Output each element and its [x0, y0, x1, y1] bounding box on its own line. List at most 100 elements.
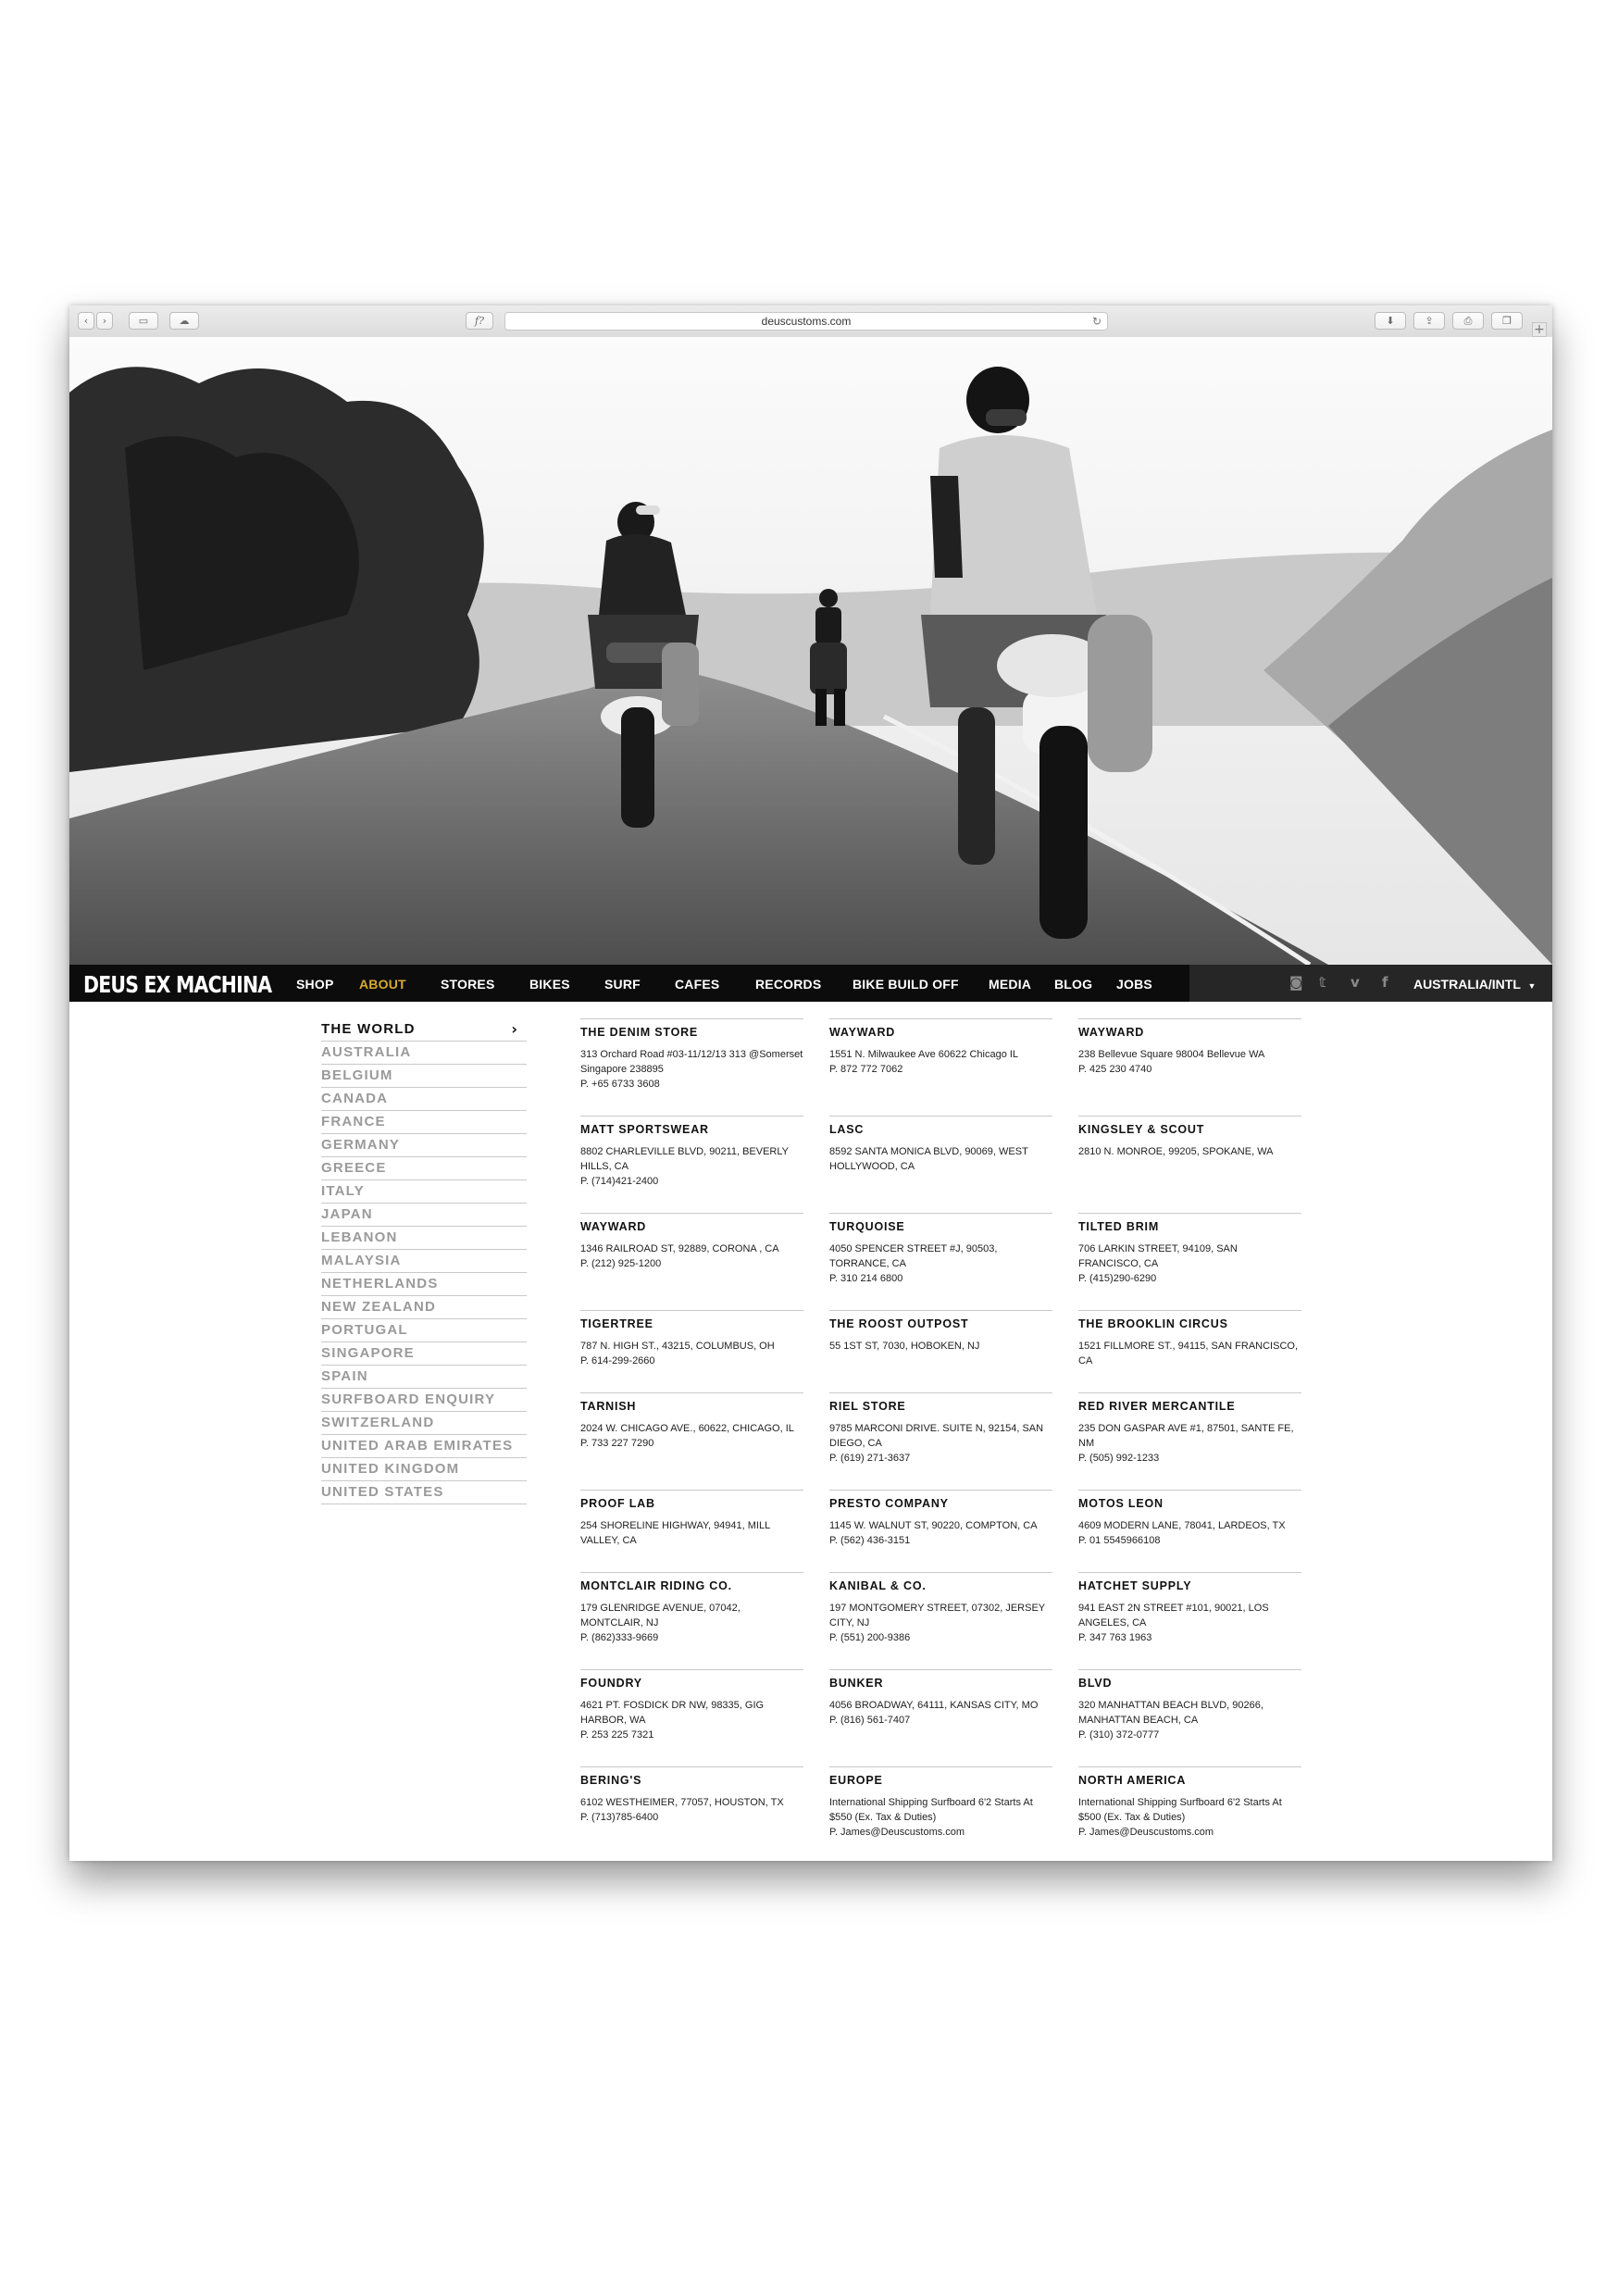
- sidebar-item-italy[interactable]: ITALY: [321, 1180, 527, 1204]
- store-name[interactable]: WAYWARD: [829, 1026, 1052, 1039]
- sidebar-heading[interactable]: THE WORLD ›: [321, 1018, 527, 1042]
- store-name[interactable]: TILTED BRIM: [1078, 1220, 1301, 1233]
- store-name[interactable]: TARNISH: [580, 1400, 803, 1413]
- reload-icon[interactable]: ↻: [1092, 313, 1101, 330]
- sidebar-item-malaysia[interactable]: MALAYSIA: [321, 1250, 527, 1273]
- store-name[interactable]: TIGERTREE: [580, 1317, 803, 1330]
- sidebar-item-canada[interactable]: CANADA: [321, 1088, 527, 1111]
- store-name[interactable]: WAYWARD: [580, 1220, 803, 1233]
- sidebar-item-spain[interactable]: SPAIN: [321, 1366, 527, 1389]
- tabs-icon[interactable]: ❐: [1491, 312, 1523, 330]
- store-address: 706 LARKIN STREET, 94109, SAN FRANCISCO,…: [1078, 1243, 1238, 1269]
- store-name[interactable]: MONTCLAIR RIDING CO.: [580, 1579, 803, 1592]
- main-nav: DEUS EX MACHINA SHOP ABOUT STORES BIKES …: [69, 965, 1552, 1002]
- browser-window: ‹ › ▭ ☁ f? deuscustoms.com ↻ ⬇ ⇪ ⎙ ❐ + D…: [69, 306, 1552, 1861]
- instagram-icon[interactable]: ◙: [1289, 974, 1303, 991]
- nav-item-surf[interactable]: SURF: [604, 977, 641, 992]
- sidebar-item-australia[interactable]: AUSTRALIA: [321, 1042, 527, 1065]
- store-address: 313 Orchard Road #03-11/12/13 313 @Somer…: [580, 1049, 803, 1075]
- store-card: NORTH AMERICA International Shipping Surf…: [1078, 1766, 1301, 1840]
- sidebar-item-greece[interactable]: GREECE: [321, 1157, 527, 1180]
- country-sidebar: THE WORLD › AUSTRALIA BELGIUM CANADA FRANCE…: [321, 1018, 527, 1504]
- store-name[interactable]: RIEL STORE: [829, 1400, 1052, 1413]
- nav-item-blog[interactable]: BLOG: [1054, 977, 1092, 992]
- nav-item-bikes[interactable]: BIKES: [529, 977, 570, 992]
- download-icon[interactable]: ⬇: [1375, 312, 1406, 330]
- nav-item-records[interactable]: RECORDS: [755, 977, 821, 992]
- sidebar-item-japan[interactable]: JAPAN: [321, 1204, 527, 1227]
- store-name[interactable]: BLVD: [1078, 1677, 1301, 1690]
- address-bar[interactable]: deuscustoms.com ↻: [504, 312, 1108, 331]
- share-icon[interactable]: ⇪: [1413, 312, 1445, 330]
- nav-item-bike-build-off[interactable]: BIKE BUILD OFF: [853, 977, 959, 992]
- sidebar-item-germany[interactable]: GERMANY: [321, 1134, 527, 1157]
- store-name[interactable]: FOUNDRY: [580, 1677, 803, 1690]
- store-phone: P. 614-299-2660: [580, 1355, 655, 1366]
- store-name[interactable]: NORTH AMERICA: [1078, 1774, 1301, 1787]
- chevron-down-icon: ▼: [1527, 981, 1537, 991]
- sidebar-item-portugal[interactable]: PORTUGAL: [321, 1319, 527, 1342]
- sidebar-item-lebanon[interactable]: LEBANON: [321, 1227, 527, 1250]
- store-name[interactable]: HATCHET SUPPLY: [1078, 1579, 1301, 1592]
- print-icon[interactable]: ⎙: [1452, 312, 1484, 330]
- logo[interactable]: DEUS EX MACHINA: [83, 971, 272, 998]
- sidebar-item-france[interactable]: FRANCE: [321, 1111, 527, 1134]
- store-name[interactable]: BERING'S: [580, 1774, 803, 1787]
- store-card: THE BROOKLIN CIRCUS 1521 FILLMORE ST., 94…: [1078, 1310, 1301, 1368]
- nav-item-media[interactable]: MEDIA: [989, 977, 1031, 992]
- store-address: 179 GLENRIDGE AVENUE, 07042, MONTCLAIR, …: [580, 1603, 741, 1628]
- store-name[interactable]: THE DENIM STORE: [580, 1026, 803, 1039]
- sidebar-item-belgium[interactable]: BELGIUM: [321, 1065, 527, 1088]
- store-name[interactable]: PROOF LAB: [580, 1497, 803, 1510]
- store-name[interactable]: WAYWARD: [1078, 1026, 1301, 1039]
- store-phone: P. (619) 271-3637: [829, 1453, 911, 1464]
- nav-item-shop[interactable]: SHOP: [296, 977, 333, 992]
- back-icon[interactable]: ‹: [78, 312, 94, 330]
- store-name[interactable]: BUNKER: [829, 1677, 1052, 1690]
- new-tab-icon[interactable]: +: [1532, 322, 1547, 337]
- sidebar-item-new-zealand[interactable]: NEW ZEALAND: [321, 1296, 527, 1319]
- store-name[interactable]: THE ROOST OUTPOST: [829, 1317, 1052, 1330]
- store-address: 8802 CHARLEVILLE BLVD, 90211, BEVERLY HI…: [580, 1146, 789, 1172]
- forward-icon[interactable]: ›: [96, 312, 113, 330]
- nav-item-stores[interactable]: STORES: [441, 977, 495, 992]
- store-address: 4056 BROADWAY, 64111, KANSAS CITY, MO: [829, 1700, 1039, 1711]
- store-card: TILTED BRIM 706 LARKIN STREET, 94109, SAN…: [1078, 1213, 1301, 1286]
- store-name[interactable]: MOTOS LEON: [1078, 1497, 1301, 1510]
- facebook-icon[interactable]: f: [1382, 974, 1388, 991]
- sidebar-item-netherlands[interactable]: NETHERLANDS: [321, 1273, 527, 1296]
- store-phone: P. James@Deuscustoms.com: [1078, 1827, 1214, 1838]
- nav-item-about[interactable]: ABOUT: [359, 977, 406, 992]
- sidebar-icon[interactable]: ▭: [129, 312, 158, 330]
- store-name[interactable]: KINGSLEY & SCOUT: [1078, 1123, 1301, 1136]
- sidebar-item-united-arab-emirates[interactable]: UNITED ARAB EMIRATES: [321, 1435, 527, 1458]
- region-selector[interactable]: AUSTRALIA/INTL ▼: [1413, 977, 1536, 992]
- store-name[interactable]: EUROPE: [829, 1774, 1052, 1787]
- store-address: 941 EAST 2N STREET #101, 90021, LOS ANGE…: [1078, 1603, 1269, 1628]
- store-address: 55 1ST ST, 7030, HOBOKEN, NJ: [829, 1341, 980, 1352]
- reader-icon[interactable]: f?: [466, 312, 493, 330]
- nav-item-cafes[interactable]: CAFES: [675, 977, 719, 992]
- sidebar-item-surfboard-enquiry[interactable]: SURFBOARD ENQUIRY: [321, 1389, 527, 1412]
- vimeo-icon[interactable]: v: [1350, 974, 1360, 991]
- sidebar-item-united-states[interactable]: UNITED STATES: [321, 1481, 527, 1504]
- store-address: 8592 SANTA MONICA BLVD, 90069, WEST HOLL…: [829, 1146, 1028, 1172]
- cloud-icon[interactable]: ☁: [169, 312, 199, 330]
- store-name[interactable]: TURQUOISE: [829, 1220, 1052, 1233]
- store-name[interactable]: THE BROOKLIN CIRCUS: [1078, 1317, 1301, 1330]
- store-phone: P. (505) 992-1233: [1078, 1453, 1160, 1464]
- store-name[interactable]: MATT SPORTSWEAR: [580, 1123, 803, 1136]
- store-phone: P. (713)785-6400: [580, 1812, 659, 1823]
- nav-item-jobs[interactable]: JOBS: [1116, 977, 1152, 992]
- twitter-icon[interactable]: 𝕥: [1319, 974, 1326, 991]
- store-card: BERING'S 6102 WESTHEIMER, 77057, HOUSTON,…: [580, 1766, 803, 1825]
- sidebar-item-switzerland[interactable]: SWITZERLAND: [321, 1412, 527, 1435]
- store-address: 235 DON GASPAR AVE #1, 87501, SANTE FE, …: [1078, 1423, 1294, 1449]
- store-name[interactable]: LASC: [829, 1123, 1052, 1136]
- store-name[interactable]: RED RIVER MERCANTILE: [1078, 1400, 1301, 1413]
- sidebar-item-united-kingdom[interactable]: UNITED KINGDOM: [321, 1458, 527, 1481]
- store-name[interactable]: PRESTO COMPANY: [829, 1497, 1052, 1510]
- store-card: LASC 8592 SANTA MONICA BLVD, 90069, WEST …: [829, 1116, 1052, 1174]
- store-name[interactable]: KANIBAL & CO.: [829, 1579, 1052, 1592]
- sidebar-item-singapore[interactable]: SINGAPORE: [321, 1342, 527, 1366]
